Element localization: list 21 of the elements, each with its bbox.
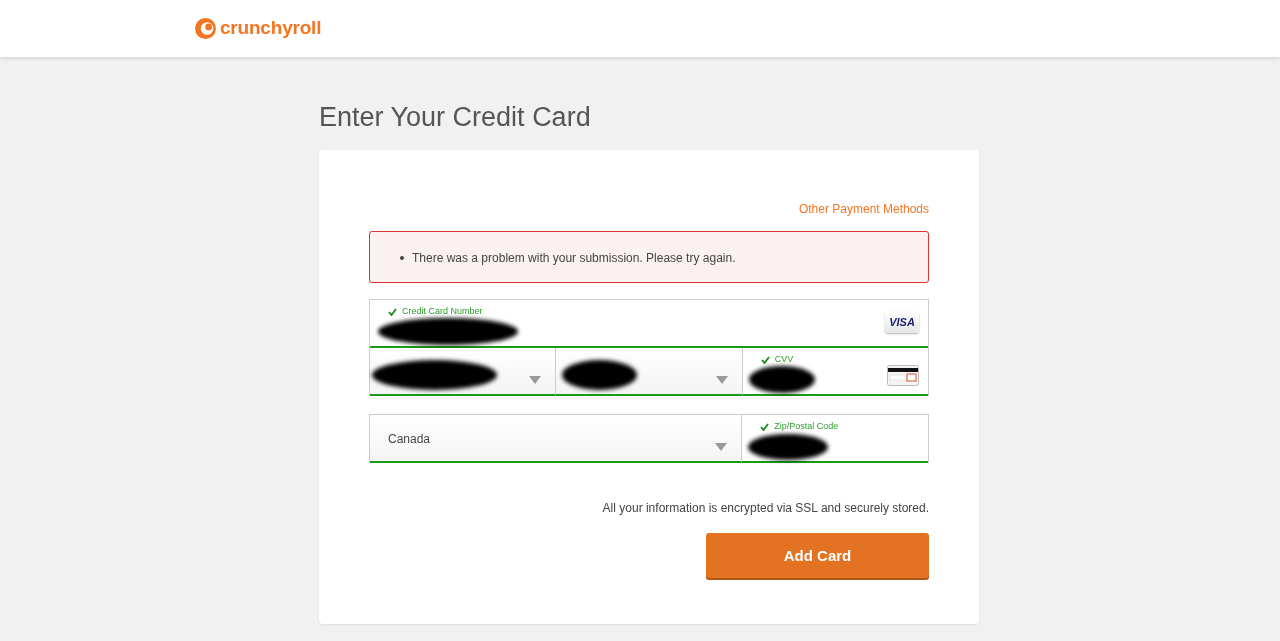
logo-icon: [195, 18, 216, 39]
caret-icon: [529, 376, 542, 385]
input-field[interactable]: Zip/Postal Code: [741, 415, 928, 464]
caret-icon: [715, 376, 728, 385]
security-note: All your information is encrypted via SSL and securely stored.: [601, 500, 929, 518]
bullet-icon: [400, 256, 404, 261]
field-label: Zip/Postal Code: [774, 420, 839, 434]
select-value: Canada: [388, 431, 431, 449]
check-icon: [388, 308, 397, 317]
field-label: CVV: [774, 353, 794, 367]
caret-icon: [715, 443, 728, 452]
other-payment-link[interactable]: Other Payment Methods: [798, 202, 929, 217]
check-icon: [760, 356, 770, 365]
add-card-button[interactable]: Add Card: [706, 533, 929, 579]
field-label: Credit Card Number: [402, 305, 483, 319]
select-field[interactable]: [555, 348, 742, 397]
error-message: There was a problem with your submission. Please try again.: [412, 250, 736, 268]
page-title: Enter Your Credit Card: [319, 101, 592, 134]
card-brand-logo: VISA: [885, 311, 919, 334]
logo-text[interactable]: crunchyroll: [220, 14, 322, 43]
check-icon: [760, 423, 770, 432]
